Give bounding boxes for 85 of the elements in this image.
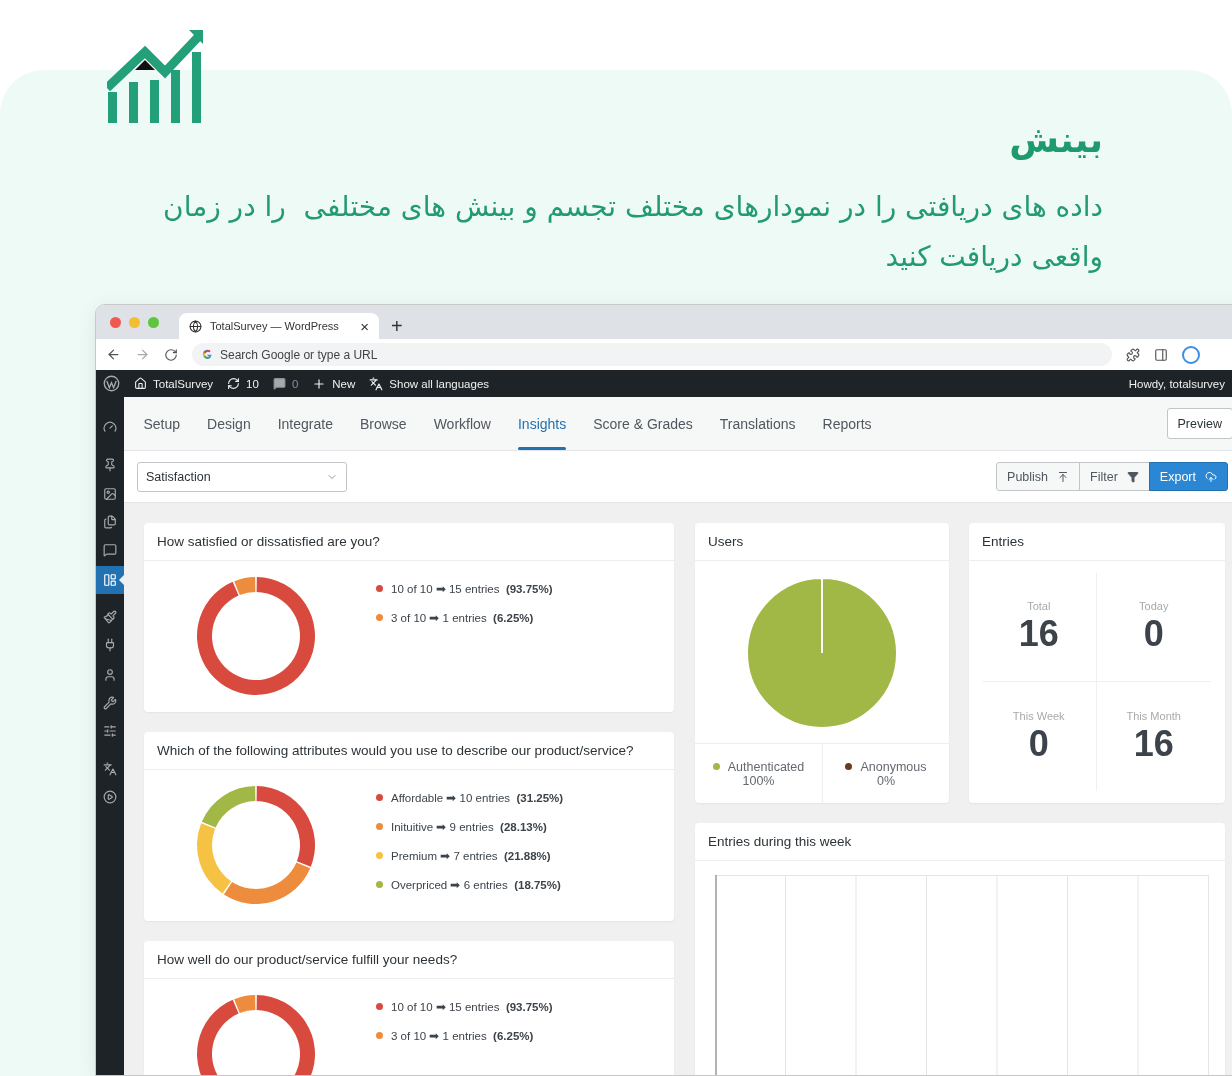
refresh-icon	[227, 377, 241, 390]
gauge-icon	[103, 420, 117, 434]
hero-title: بینش	[1009, 118, 1103, 162]
puzzle-icon[interactable]	[1126, 347, 1140, 362]
legend-label: 10 of 10 ➡ 15 entries (93.75%)	[391, 999, 553, 1014]
address-field[interactable]: Search Google or type a URL	[192, 343, 1112, 366]
pin-icon	[103, 458, 117, 472]
legend-label: Premium ➡ 7 entries (21.88%)	[391, 848, 551, 863]
layout-icon	[103, 573, 117, 587]
cloud-upload-icon	[1205, 470, 1217, 483]
sliders-icon	[103, 724, 117, 738]
upload-arrow-icon	[1057, 470, 1070, 483]
back-icon[interactable]	[106, 347, 121, 362]
paintbrush-icon	[103, 610, 117, 624]
user-icon	[103, 668, 117, 682]
reload-icon[interactable]	[164, 347, 178, 362]
legend-label: Affordable ➡ 10 entries (31.25%)	[391, 790, 564, 805]
question-select[interactable]: Satisfaction	[137, 461, 347, 492]
card-title: Entries during this week	[708, 834, 852, 849]
nav-tab[interactable]: Translations	[706, 397, 810, 450]
side-panel-icon[interactable]	[1154, 347, 1168, 362]
hero-description: داده های دریافتی را در نمودارهای مختلف تجسم و بینش های مختلفی را در زمان واقعی دریافت کنید	[162, 189, 1103, 275]
translate-icon	[369, 376, 384, 391]
new-tab-button[interactable]: +	[391, 316, 403, 336]
card-title: Which of the following attributes would you use to describe our product/service?	[157, 743, 634, 758]
logo-icon	[107, 30, 203, 123]
pages-icon	[103, 515, 117, 529]
home-icon	[134, 377, 147, 390]
legend-label: Overpriced ➡ 6 entries (18.75%)	[391, 877, 561, 892]
translate-icon	[103, 762, 117, 776]
toolbar-button[interactable]: Export	[1148, 462, 1228, 491]
nav-tab[interactable]: Insights	[504, 397, 580, 450]
stat-value: 16	[1133, 723, 1174, 764]
nav-tab[interactable]: Workflow	[420, 397, 505, 450]
comment-icon	[272, 377, 286, 390]
preview-button[interactable]: Preview	[1166, 408, 1232, 439]
updates-count[interactable]: 10	[246, 377, 259, 390]
greeting-link[interactable]: Howdy, totalsurvey	[1128, 377, 1225, 390]
browser-tab[interactable]: TotalSurvey — WordPress ×	[179, 313, 379, 339]
site-link[interactable]: TotalSurvey	[153, 377, 214, 390]
stat-label: Today	[1139, 600, 1169, 612]
stat-value: 0	[1143, 614, 1164, 654]
plus-icon	[312, 376, 327, 391]
comments-count[interactable]: 0	[291, 377, 299, 390]
globe-icon	[189, 319, 202, 333]
stat-label: Total	[1027, 600, 1051, 612]
nav-tab[interactable]: Design	[193, 397, 265, 450]
comment-icon	[103, 543, 117, 557]
legend-value: 100%	[742, 773, 775, 788]
legend-label: Inituitive ➡ 9 entries (28.13%)	[391, 819, 547, 834]
image-icon	[103, 487, 117, 501]
legend-value: 0%	[876, 773, 896, 788]
legend-label: 10 of 10 ➡ 15 entries (93.75%)	[391, 581, 553, 596]
nav-tab[interactable]: Integrate	[264, 397, 347, 450]
plug-icon	[103, 638, 117, 652]
nav-tab[interactable]: Reports	[809, 397, 886, 450]
funnel-icon	[1126, 470, 1139, 483]
card-title: Entries	[982, 534, 1025, 549]
stat-label: This Month	[1126, 709, 1181, 722]
wrench-icon	[103, 696, 117, 710]
card-title: How well do our product/service fulfill your needs?	[157, 952, 458, 967]
close-window-icon[interactable]	[110, 316, 121, 328]
search-engine-icon	[202, 349, 213, 360]
nav-tab[interactable]: Setup	[130, 397, 194, 450]
new-link[interactable]: New	[332, 377, 356, 390]
close-tab-button[interactable]: ×	[360, 318, 369, 334]
legend-label: Authenticated	[727, 759, 805, 774]
stat-value: 0	[1028, 723, 1049, 764]
card-title: Users	[708, 534, 744, 549]
stat-value: 16	[1018, 614, 1059, 654]
legend-label: Anonymous	[860, 759, 927, 774]
sidebar-item[interactable]	[96, 566, 124, 594]
play-icon	[103, 790, 117, 804]
profile-avatar[interactable]	[1182, 345, 1200, 364]
nav-tab[interactable]: Browse	[346, 397, 421, 450]
card-title: How satisfied or dissatisfied are you?	[157, 534, 380, 549]
languages-link[interactable]: Show all languages	[389, 377, 490, 390]
legend-label: 3 of 10 ➡ 1 entries (6.25%)	[391, 1028, 534, 1043]
stat-label: This Week	[1012, 709, 1065, 722]
nav-tab[interactable]: Score & Grades	[579, 397, 707, 450]
toolbar-button[interactable]: Filter	[1079, 462, 1150, 491]
tab-title: TotalSurvey — WordPress	[210, 320, 340, 332]
legend-label: 3 of 10 ➡ 1 entries (6.25%)	[391, 610, 534, 625]
logo-icon[interactable]	[103, 375, 120, 392]
toolbar-button[interactable]: Publish	[996, 462, 1081, 491]
